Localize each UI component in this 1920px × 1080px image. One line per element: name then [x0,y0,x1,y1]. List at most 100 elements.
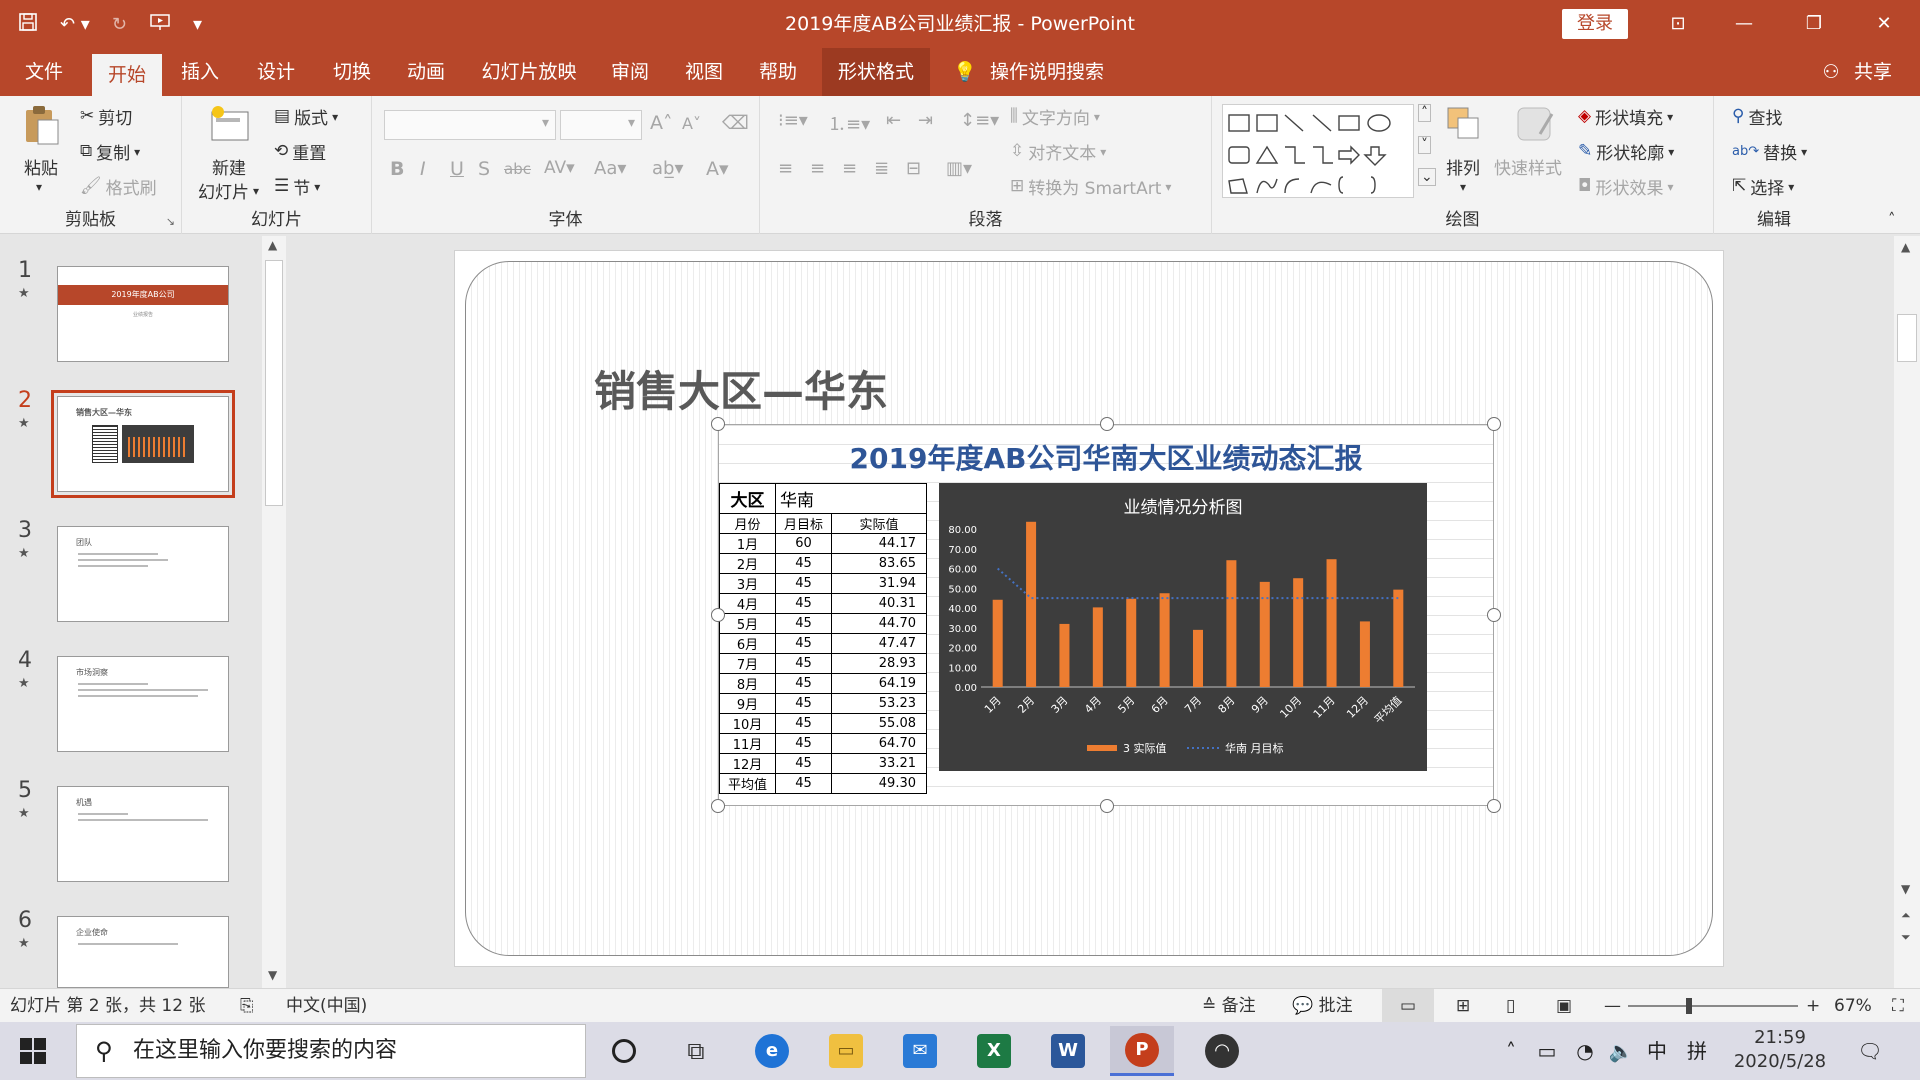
scroll-thumb[interactable] [1897,314,1917,362]
decrease-indent-icon[interactable]: ⇤ [886,110,901,131]
tab-review[interactable]: 审阅 [598,48,662,96]
zoom-out-icon[interactable]: — [1604,989,1621,1023]
shapes-gallery[interactable] [1222,104,1414,198]
numbering-icon[interactable]: ⒈≡▾ [828,110,870,136]
slide-sorter-icon[interactable]: ⊞ [1456,989,1470,1023]
excel-icon[interactable]: X [962,1026,1026,1076]
normal-view-icon[interactable]: ▭ [1382,989,1434,1023]
bullets-icon[interactable]: ⁝≡▾ [778,110,808,131]
slide-thumbnail-3[interactable]: 团队 [57,526,229,622]
align-left-icon[interactable]: ≡ [778,158,793,179]
paste-button[interactable]: 粘贴 [24,154,58,179]
close-icon[interactable]: ✕ [1854,0,1914,48]
find-button[interactable]: ⚲ 查找 [1732,104,1782,130]
strikethrough-icon[interactable]: abc [504,160,531,178]
shape-fill-button[interactable]: ◈ 形状填充 ▾ [1578,104,1673,130]
ribbon-display-icon[interactable]: ⊡ [1648,0,1708,48]
windows-start-icon[interactable] [20,1038,46,1068]
change-case-icon[interactable]: Aa▾ [594,158,626,179]
clock[interactable]: 21:59 2020/5/28 [1726,1026,1834,1074]
spellcheck-icon[interactable]: ⎘ [240,989,254,1023]
login-button[interactable]: 登录 [1562,9,1628,39]
powerpoint-icon[interactable]: P [1110,1026,1174,1076]
clear-format-icon[interactable]: ⌫ [722,112,749,134]
thumbnail-scrollbar[interactable]: ▲ ▼ [262,236,286,988]
language-indicator[interactable]: 中文(中国) [286,989,367,1023]
convert-smartart-button[interactable]: ⊞ 转换为 SmartArt ▾ [1010,174,1171,200]
tab-help[interactable]: 帮助 [746,48,810,96]
tell-me-search[interactable]: 操作说明搜索 [990,48,1110,96]
gallery-down-icon[interactable]: ˅ [1418,136,1431,154]
embedded-report-object[interactable]: 2019年度AB公司华南大区业绩动态汇报 大区 华南 月份 月目标 实际值 1月… [711,417,1501,813]
zoom-slider[interactable] [1628,998,1798,1014]
cut-button[interactable]: ✂ 剪切 [80,104,132,130]
comments-button[interactable]: 💬 批注 [1292,989,1353,1023]
collapse-ribbon-icon[interactable]: ˄ [1888,210,1896,228]
notifications-icon[interactable]: 🗨 [1850,1022,1890,1080]
tab-slideshow[interactable]: 幻灯片放映 [474,48,584,96]
scroll-down-icon[interactable]: ▼ [1901,882,1910,896]
arrange-button[interactable]: 排列 [1446,154,1480,179]
font-name-combo[interactable]: ▾ [384,110,556,140]
resize-handle-left[interactable] [711,608,725,622]
arrange-dropdown-icon[interactable]: ▾ [1460,180,1466,194]
tab-design[interactable]: 设计 [244,48,308,96]
resize-handle-top[interactable] [1100,417,1114,431]
slide-canvas[interactable]: 销售大区—华东 2019年度AB公司华南大区业绩动态汇报 大区 华南 月份 月目… [454,250,1724,967]
grow-font-icon[interactable]: A˄ [650,112,673,134]
customize-qat-icon[interactable]: ▾ [193,14,202,35]
align-right-icon[interactable]: ≡ [842,158,857,179]
resize-handle-top-right[interactable] [1487,417,1501,431]
slide-thumbnail-5[interactable]: 机遇 [57,786,229,882]
ime-language[interactable]: 中 [1640,1022,1674,1080]
arrange-icon[interactable] [1444,104,1484,146]
restore-icon[interactable]: ❐ [1784,0,1844,48]
task-view-icon[interactable]: ⧉ [664,1026,728,1076]
font-color-icon[interactable]: A▾ [706,158,729,180]
redo-icon[interactable]: ↻ [112,14,127,35]
mail-icon[interactable]: ✉ [888,1026,952,1076]
paste-icon[interactable] [22,104,62,146]
shadow-icon[interactable]: S [478,158,490,180]
present-from-start-icon[interactable] [149,12,171,37]
text-direction-button[interactable]: ⫼ 文字方向 ▾ [1010,104,1100,130]
taskbar-search-box[interactable]: ⚲ 在这里输入你要搜索的内容 [76,1024,586,1078]
paste-dropdown-icon[interactable]: ▾ [36,180,42,194]
slideshow-view-icon[interactable]: ▣ [1556,989,1572,1023]
quick-styles-button[interactable]: 快速样式 [1494,154,1562,179]
quick-styles-icon[interactable] [1514,104,1554,146]
notes-button[interactable]: ≙ 备注 [1202,989,1256,1023]
cortana-icon[interactable] [592,1026,656,1076]
share-button[interactable]: 共享 [1848,48,1898,96]
fit-slide-icon[interactable]: ⛶ [1892,989,1904,1023]
slide-thumbnail-1[interactable]: 2019年度AB公司 业绩报告 [57,266,229,362]
align-text-button[interactable]: ⇳ 对齐文本 ▾ [1010,139,1106,165]
scroll-up-icon[interactable]: ▲ [1901,240,1910,254]
shrink-font-icon[interactable]: A˅ [682,114,701,133]
shape-effects-button[interactable]: ◘ 形状效果 ▾ [1578,174,1673,200]
gallery-up-icon[interactable]: ˄ [1418,104,1431,122]
battery-icon[interactable]: ▭ [1530,1022,1564,1080]
slide-scrollbar-right[interactable]: ▲ ▼ ⏶ ⏷ [1894,236,1920,988]
previous-slide-icon[interactable]: ⏶ [1901,908,1911,923]
select-button[interactable]: ⇱ 选择 ▾ [1732,174,1794,200]
new-slide-dropdown[interactable]: 幻灯片 ▾ [198,178,259,203]
replace-button[interactable]: ab↷ 替换 ▾ [1732,139,1807,164]
slide-thumbnail-4[interactable]: 市场洞察 [57,656,229,752]
justify-icon[interactable]: ≣ [874,158,889,179]
new-slide-icon[interactable] [208,104,249,146]
new-slide-label[interactable]: 新建 [212,154,246,179]
resize-handle-bottom[interactable] [1100,799,1114,813]
undo-icon[interactable]: ↶ ▾ [60,14,90,35]
zoom-slider-thumb[interactable] [1686,998,1692,1014]
tab-insert[interactable]: 插入 [168,48,232,96]
tab-transitions[interactable]: 切换 [320,48,384,96]
resize-handle-top-left[interactable] [711,417,725,431]
char-spacing-icon[interactable]: AV▾ [544,158,575,178]
font-size-combo[interactable]: ▾ [560,110,642,140]
scroll-up-icon[interactable]: ▲ [268,238,277,252]
next-slide-icon[interactable]: ⏷ [1901,930,1911,945]
tray-expand-icon[interactable]: ˄ [1496,1022,1526,1080]
tab-view[interactable]: 视图 [672,48,736,96]
tab-file[interactable]: 文件 [12,48,76,96]
